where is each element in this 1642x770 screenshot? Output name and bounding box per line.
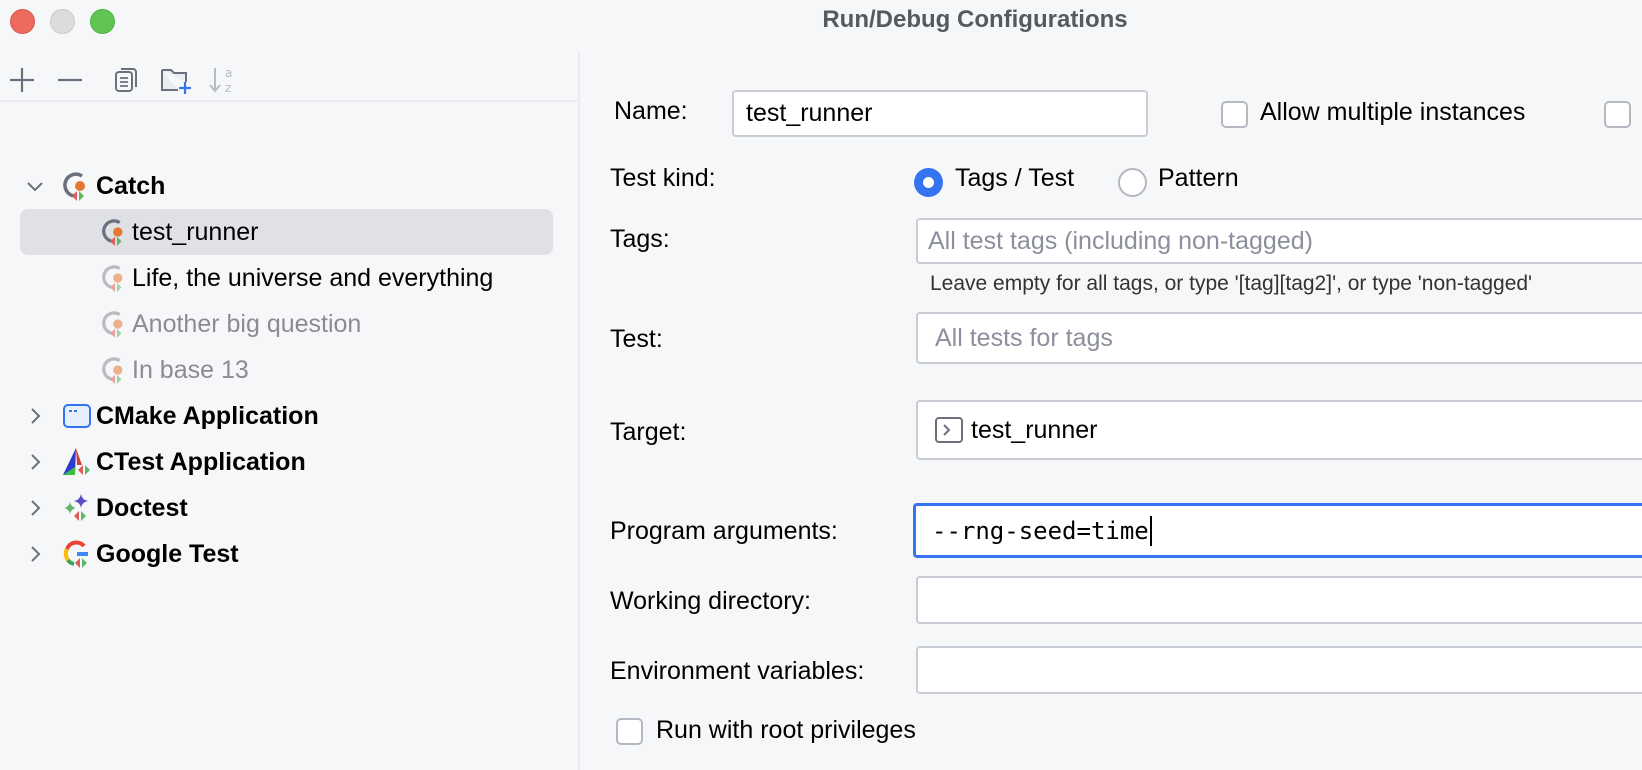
catch-config-icon — [100, 355, 130, 385]
tree-item-test-runner[interactable]: test_runner — [20, 209, 553, 255]
program-arguments-input[interactable]: --rng-seed=time — [913, 503, 1642, 558]
configurations-panel: az Catch test_runner Life, the universe — [0, 52, 578, 770]
tree-item-in-base-13[interactable]: In base 13 — [20, 347, 553, 393]
window-title: Run/Debug Configurations — [822, 6, 1128, 33]
tree-item-another-big-question[interactable]: Another big question — [20, 301, 553, 347]
test-kind-pattern-radio[interactable] — [1118, 168, 1147, 197]
tags-placeholder: All test tags (including non-tagged) — [928, 226, 1313, 255]
tree-item-label: Google Test — [96, 539, 239, 568]
catch-icon — [62, 171, 92, 201]
svg-text:a: a — [225, 66, 232, 80]
program-arguments-label: Program arguments: — [610, 517, 838, 545]
chevron-right-icon[interactable] — [24, 405, 46, 427]
doctest-icon — [62, 493, 92, 523]
working-directory-input[interactable] — [916, 576, 1642, 624]
tree-item-label: Another big question — [132, 309, 362, 338]
google-test-icon — [62, 539, 92, 569]
tree-group-google-test[interactable]: Google Test — [0, 531, 578, 577]
run-with-root-privileges-label: Run with root privileges — [656, 716, 916, 744]
tree-item-life-universe[interactable]: Life, the universe and everything — [20, 255, 553, 301]
catch-config-icon — [100, 263, 130, 293]
ctest-icon — [62, 447, 92, 477]
test-placeholder: All tests for tags — [935, 323, 1113, 352]
svg-text:z: z — [225, 81, 231, 95]
name-input[interactable]: test_runner — [732, 90, 1148, 137]
target-label: Target: — [610, 418, 687, 446]
tree-group-cmake-application[interactable]: CMake Application — [0, 393, 578, 439]
name-value: test_runner — [746, 99, 873, 127]
tree-item-label: Doctest — [96, 493, 188, 522]
test-label: Test: — [610, 325, 663, 353]
environment-variables-label: Environment variables: — [610, 657, 865, 685]
toolbar-separator — [0, 100, 578, 102]
name-label: Name: — [614, 97, 688, 125]
test-kind-tags-radio[interactable] — [914, 168, 943, 197]
catch-config-icon — [100, 309, 130, 339]
target-value: test_runner — [971, 415, 1098, 444]
test-kind-pattern-label: Pattern — [1158, 164, 1239, 192]
program-arguments-value: --rng-seed=time — [932, 516, 1149, 545]
catch-config-icon — [100, 217, 130, 247]
target-combobox[interactable]: test_runner — [916, 400, 1642, 460]
sort-alphabetically-icon: az — [209, 66, 232, 95]
run-with-root-privileges-checkbox[interactable] — [616, 718, 643, 745]
executable-icon — [935, 417, 963, 443]
chevron-down-icon[interactable] — [24, 175, 46, 197]
copy-configuration-button[interactable] — [110, 64, 142, 96]
tree-group-doctest[interactable]: Doctest — [0, 485, 578, 531]
sort-button[interactable]: az — [206, 64, 238, 96]
test-input[interactable]: All tests for tags — [916, 312, 1642, 364]
panel-splitter[interactable] — [578, 52, 580, 770]
new-folder-button[interactable] — [160, 64, 192, 96]
tree-item-label: CMake Application — [96, 401, 319, 430]
tree-item-label: Life, the universe and everything — [132, 263, 494, 292]
tree-group-catch[interactable]: Catch — [0, 163, 578, 209]
test-kind-tags-label: Tags / Test — [955, 164, 1075, 192]
tree-item-label: Catch — [96, 171, 166, 200]
chevron-right-icon[interactable] — [24, 451, 46, 473]
store-as-project-file-checkbox[interactable] — [1604, 101, 1631, 128]
configurations-toolbar: az — [0, 60, 578, 100]
text-caret — [1149, 515, 1152, 546]
new-folder-icon — [161, 69, 191, 94]
allow-multiple-instances-checkbox[interactable] — [1221, 101, 1248, 128]
tree-item-label: CTest Application — [96, 447, 306, 476]
environment-variables-input[interactable] — [916, 646, 1642, 694]
chevron-right-icon[interactable] — [24, 543, 46, 565]
tags-input[interactable]: All test tags (including non-tagged) — [916, 218, 1642, 264]
add-icon — [10, 68, 34, 92]
tree-item-label: In base 13 — [132, 355, 249, 384]
remove-icon — [58, 78, 82, 82]
chevron-right-icon[interactable] — [24, 497, 46, 519]
add-configuration-button[interactable] — [6, 64, 38, 96]
test-kind-label: Test kind: — [610, 164, 716, 192]
remove-configuration-button[interactable] — [54, 64, 86, 96]
tags-hint: Leave empty for all tags, or type '[tag]… — [930, 272, 1533, 295]
allow-multiple-instances-label: Allow multiple instances — [1260, 98, 1526, 126]
cmake-app-icon — [62, 401, 92, 431]
tree-group-ctest-application[interactable]: CTest Application — [0, 439, 578, 485]
copy-icon — [115, 68, 137, 92]
tree-item-label: test_runner — [132, 217, 259, 246]
tags-label: Tags: — [610, 225, 670, 253]
working-directory-label: Working directory: — [610, 587, 811, 615]
